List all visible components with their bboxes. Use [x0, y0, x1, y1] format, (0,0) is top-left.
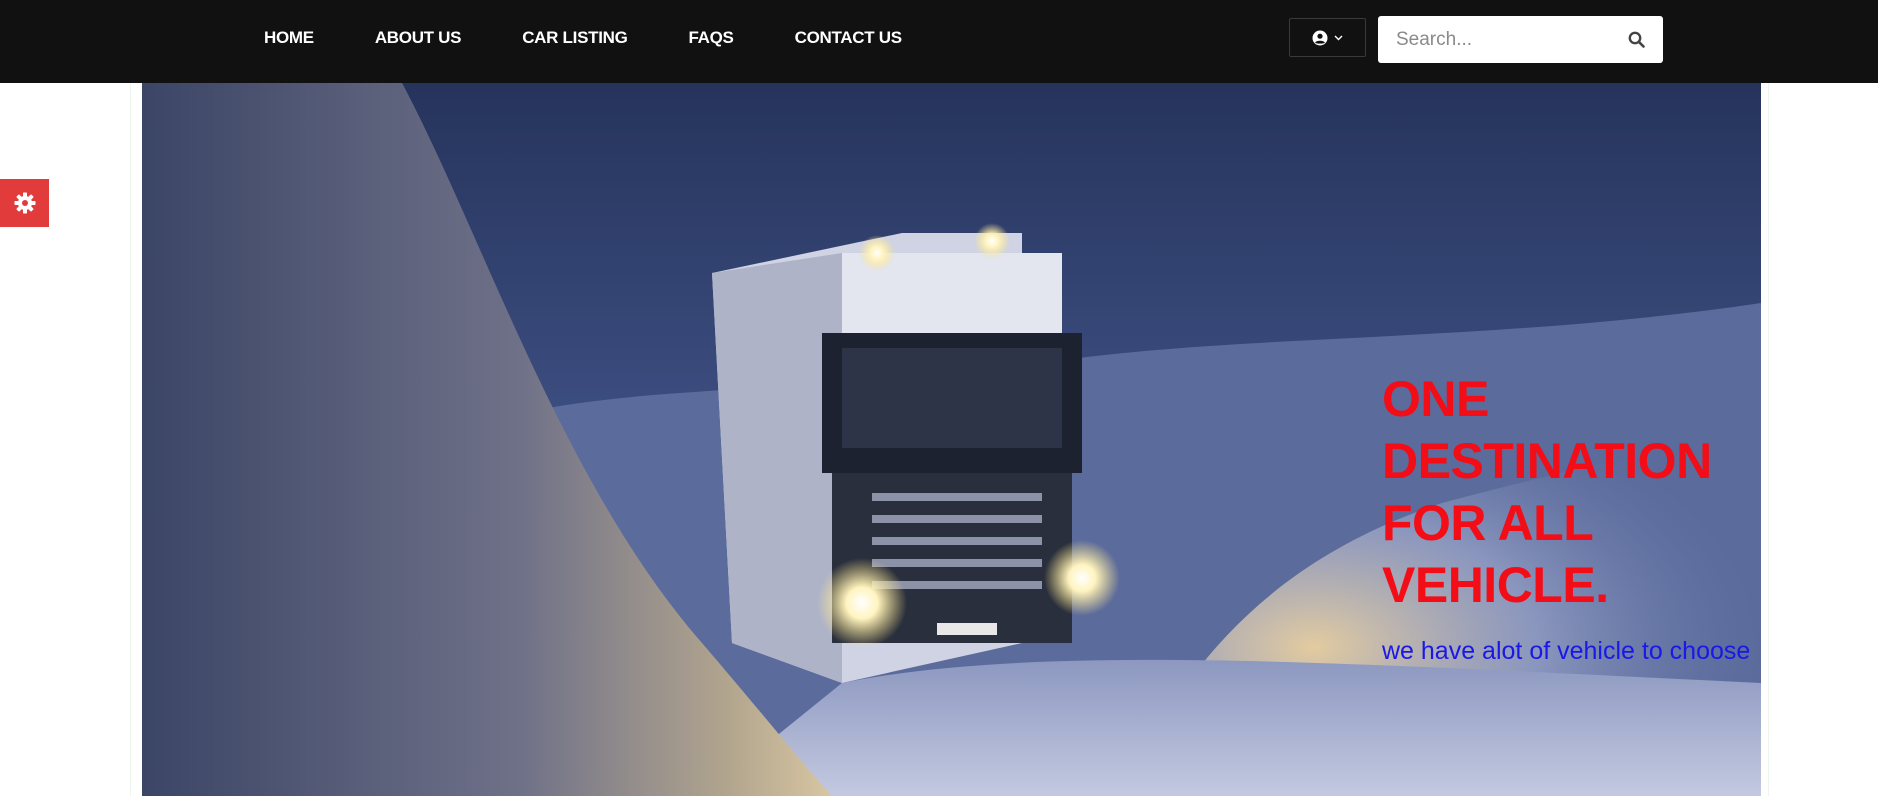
user-menu-button[interactable] [1289, 18, 1366, 57]
top-navbar: HOME ABOUT US CAR LISTING FAQS CONTACT U… [0, 0, 1878, 83]
nav-car-listing-link[interactable]: CAR LISTING [522, 28, 628, 48]
gutter-line [130, 83, 131, 796]
search-input[interactable] [1396, 28, 1616, 51]
gutter-line [1768, 83, 1769, 796]
hero-headline: ONE DESTINATION FOR ALL VEHICLE. [1382, 368, 1761, 616]
nav-home-link[interactable]: HOME [264, 28, 314, 48]
hero-headline-line: DESTINATION [1382, 433, 1712, 489]
nav-about-us-link[interactable]: ABOUT US [375, 28, 462, 48]
nav-contact-us-link[interactable]: CONTACT US [795, 28, 902, 48]
settings-toggle-button[interactable] [0, 179, 49, 227]
search-icon[interactable] [1628, 31, 1645, 48]
hero-headline-line: ONE [1382, 371, 1489, 427]
hero-headline-line: FOR ALL [1382, 495, 1594, 551]
user-circle-icon [1312, 30, 1328, 45]
main-nav: HOME ABOUT US CAR LISTING FAQS CONTACT U… [264, 0, 963, 76]
chevron-down-icon [1334, 35, 1343, 40]
hero-subheadline: we have alot of vehicle to choose [1382, 637, 1751, 665]
hero-banner: ONE DESTINATION FOR ALL VEHICLE. we have… [142, 83, 1761, 796]
search-box [1378, 16, 1663, 63]
gear-icon [14, 192, 35, 214]
nav-faqs-link[interactable]: FAQS [689, 28, 734, 48]
hero-headline-line: VEHICLE. [1382, 557, 1609, 613]
